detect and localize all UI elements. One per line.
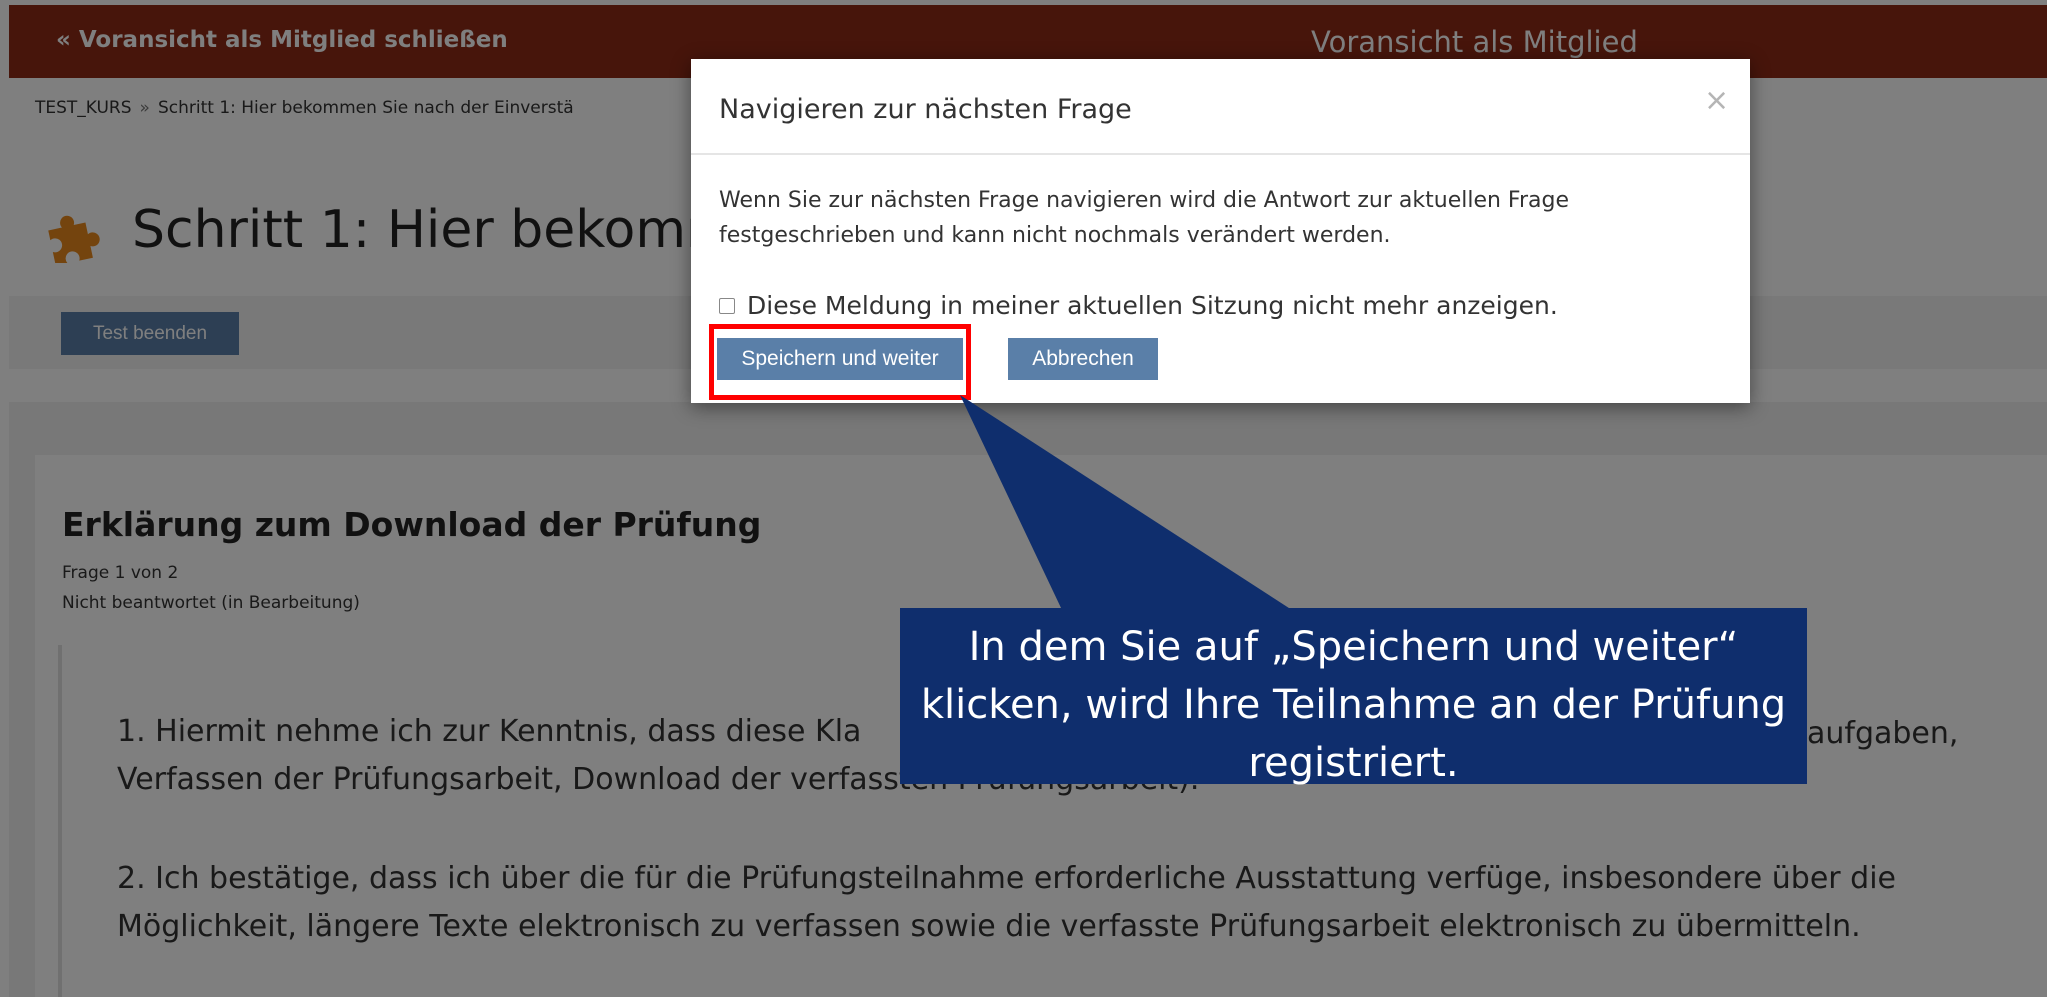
dialog-message-line-2: festgeschrieben und kann nicht nochmals … bbox=[719, 223, 1391, 248]
cancel-button[interactable]: Abbrechen bbox=[1008, 338, 1158, 380]
callout-line-1: In dem Sie auf „Speichern und weiter“ bbox=[968, 624, 1739, 670]
dialog-title: Navigieren zur nächsten Frage bbox=[719, 94, 1132, 125]
callout-box: In dem Sie auf „Speichern und weiter“ kl… bbox=[900, 608, 1807, 786]
page: « Voransicht als Mitglied schließen Vora… bbox=[0, 0, 2047, 997]
dialog-header: Navigieren zur nächsten Frage × bbox=[691, 59, 1750, 155]
dont-show-again-checkbox[interactable] bbox=[719, 297, 735, 314]
dont-show-again-row[interactable]: Diese Meldung in meiner aktuellen Sitzun… bbox=[719, 291, 1558, 320]
dialog-message: Wenn Sie zur nächsten Frage navigieren w… bbox=[719, 183, 1569, 253]
dialog-message-line-1: Wenn Sie zur nächsten Frage navigieren w… bbox=[719, 188, 1570, 213]
callout-line-2: klicken, wird Ihre Teilnahme an der Prüf… bbox=[920, 682, 1787, 728]
highlight-annotation bbox=[709, 324, 971, 400]
dont-show-again-label: Diese Meldung in meiner aktuellen Sitzun… bbox=[747, 291, 1558, 320]
callout-line-3: registriert. bbox=[1248, 740, 1459, 786]
close-icon[interactable]: × bbox=[1704, 83, 1729, 118]
